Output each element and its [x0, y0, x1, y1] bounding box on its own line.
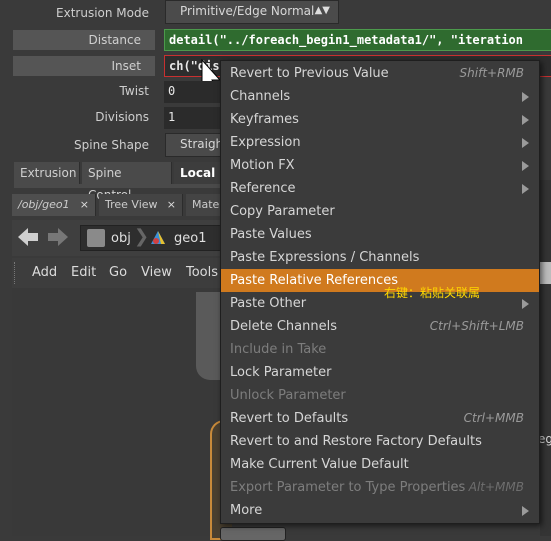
menu-item-label: Export Parameter to Type Properties: [230, 480, 466, 495]
menu-item-paste-values[interactable]: Paste Values: [221, 223, 539, 246]
twist-field[interactable]: 0: [164, 81, 224, 103]
spine-shape-menu[interactable]: Straigh: [165, 133, 225, 157]
geo-node-icon: [151, 231, 165, 244]
menu-item-label: More: [230, 503, 263, 518]
menu-item-include-in-take: Include in Take: [221, 338, 539, 361]
menu-item-label: Paste Other: [230, 296, 307, 311]
menu-item-expression[interactable]: Expression: [221, 131, 539, 154]
pane-tab-geo1-label: /obj/geo1: [18, 198, 70, 211]
extrusion-mode-value: Primitive/Edge Normal: [180, 4, 315, 18]
node-tile[interactable]: [220, 527, 286, 541]
menu-edit[interactable]: Edit: [71, 265, 96, 281]
menu-item-label: Make Current Value Default: [230, 457, 409, 472]
updown-arrows-icon: ▲▼: [314, 5, 330, 16]
menubar-grip: [14, 262, 19, 284]
menu-item-label: Paste Expressions / Channels: [230, 250, 420, 265]
menu-item-label: Delete Channels: [230, 319, 337, 334]
pane-tab-material-label: Mater: [192, 198, 222, 211]
back-arrow-icon[interactable]: [16, 226, 40, 248]
submenu-arrow-icon: [522, 138, 529, 148]
menu-item-shortcut: Shift+RMB: [459, 66, 524, 80]
pane-tab-tree-view[interactable]: Tree View ×: [99, 194, 183, 216]
forward-arrow-icon[interactable]: [46, 226, 70, 248]
submenu-arrow-icon: [522, 506, 529, 516]
right-panel-strip: [540, 180, 551, 536]
divisions-label: Divisions: [95, 110, 149, 124]
tab-underline: [14, 184, 224, 188]
extrusion-mode-label: Extrusion Mode: [56, 6, 149, 20]
menu-item-channels[interactable]: Channels: [221, 85, 539, 108]
menu-item-label: Paste Values: [230, 227, 312, 242]
menu-item-unlock-parameter: Unlock Parameter: [221, 384, 539, 407]
path-geo1[interactable]: geo1: [174, 231, 206, 246]
menu-item-revert-restore-factory[interactable]: Revert to and Restore Factory Defaults: [221, 430, 539, 453]
path-separator: ❯: [134, 226, 150, 247]
menu-item-label: Revert to Defaults: [230, 411, 349, 426]
tab-local-control[interactable]: Local C: [174, 162, 224, 184]
submenu-arrow-icon: [522, 115, 529, 125]
menu-item-label: Paste Relative References: [230, 273, 399, 288]
close-icon[interactable]: ×: [167, 194, 176, 216]
pane-tab-geo1[interactable]: /obj/geo1 ×: [12, 194, 96, 216]
menu-item-keyframes[interactable]: Keyframes: [221, 108, 539, 131]
submenu-arrow-icon: [522, 184, 529, 194]
pane-tab-material[interactable]: Mater: [186, 194, 222, 216]
menu-item-shortcut: Alt+MMB: [468, 480, 524, 494]
menu-item-more[interactable]: More: [221, 499, 539, 522]
menu-item-label: Reference: [230, 181, 296, 196]
tab-extrusion[interactable]: Extrusion: [14, 162, 80, 184]
path-obj[interactable]: obj: [111, 231, 131, 246]
menu-item-label: Channels: [230, 89, 291, 104]
menu-item-revert-to-defaults[interactable]: Revert to Defaults Ctrl+MMB: [221, 407, 539, 430]
distance-expression-field[interactable]: detail("../foreach_begin1_metadata1/", "…: [164, 29, 551, 51]
menu-item-shortcut: Ctrl+MMB: [463, 411, 524, 425]
menu-item-make-current-default[interactable]: Make Current Value Default: [221, 453, 539, 476]
submenu-arrow-icon: [522, 161, 529, 171]
tab-spine-control[interactable]: Spine Control: [82, 162, 172, 202]
menu-item-motion-fx[interactable]: Motion FX: [221, 154, 539, 177]
menu-item-copy-parameter[interactable]: Copy Parameter: [221, 200, 539, 223]
pane-tab-tree-view-label: Tree View: [105, 198, 158, 211]
menu-item-label: Expression: [230, 135, 301, 150]
menu-item-delete-channels[interactable]: Delete Channels Ctrl+Shift+LMB: [221, 315, 539, 338]
menu-item-shortcut: Ctrl+Shift+LMB: [429, 319, 524, 333]
menu-item-paste-relative-references[interactable]: Paste Relative References: [221, 269, 539, 292]
divisions-field[interactable]: 1: [164, 107, 224, 129]
menu-item-label: Revert to Previous Value: [230, 66, 389, 81]
menu-go[interactable]: Go: [109, 265, 127, 281]
annotation-text: 右键：粘贴关联属: [384, 286, 481, 300]
menu-item-label: Copy Parameter: [230, 204, 335, 219]
network-canvas[interactable]: [12, 288, 222, 536]
menu-item-lock-parameter[interactable]: Lock Parameter: [221, 361, 539, 384]
inset-label[interactable]: Inset: [13, 56, 155, 76]
menu-item-label: Revert to and Restore Factory Defaults: [230, 434, 482, 449]
menu-item-label: Keyframes: [230, 112, 299, 127]
submenu-arrow-icon: [522, 92, 529, 102]
extrusion-mode-menu[interactable]: Primitive/Edge Normal ▲▼: [165, 0, 339, 24]
menu-item-label: Lock Parameter: [230, 365, 332, 380]
menu-tools[interactable]: Tools: [186, 265, 218, 281]
submenu-arrow-icon: [522, 299, 529, 309]
close-icon[interactable]: ×: [80, 194, 89, 216]
menu-view[interactable]: View: [141, 265, 172, 281]
menu-item-export-parameter: Export Parameter to Type Properties Alt+M…: [221, 476, 539, 499]
menu-item-paste-expressions[interactable]: Paste Expressions / Channels: [221, 246, 539, 269]
menu-item-label: Motion FX: [230, 158, 295, 173]
spine-shape-label: Spine Shape: [74, 138, 149, 152]
menu-add[interactable]: Add: [32, 265, 57, 281]
obj-network-icon: [87, 229, 105, 247]
menu-item-reference[interactable]: Reference: [221, 177, 539, 200]
menu-item-label: Include in Take: [230, 342, 327, 357]
menu-item-label: Unlock Parameter: [230, 388, 346, 403]
menu-item-revert-previous[interactable]: Revert to Previous Value Shift+RMB: [221, 62, 539, 85]
context-menu: Revert to Previous Value Shift+RMB Channe…: [220, 60, 540, 524]
distance-label[interactable]: Distance: [13, 30, 155, 50]
menu-item-paste-other[interactable]: Paste Other: [221, 292, 539, 315]
twist-label: Twist: [119, 84, 149, 98]
